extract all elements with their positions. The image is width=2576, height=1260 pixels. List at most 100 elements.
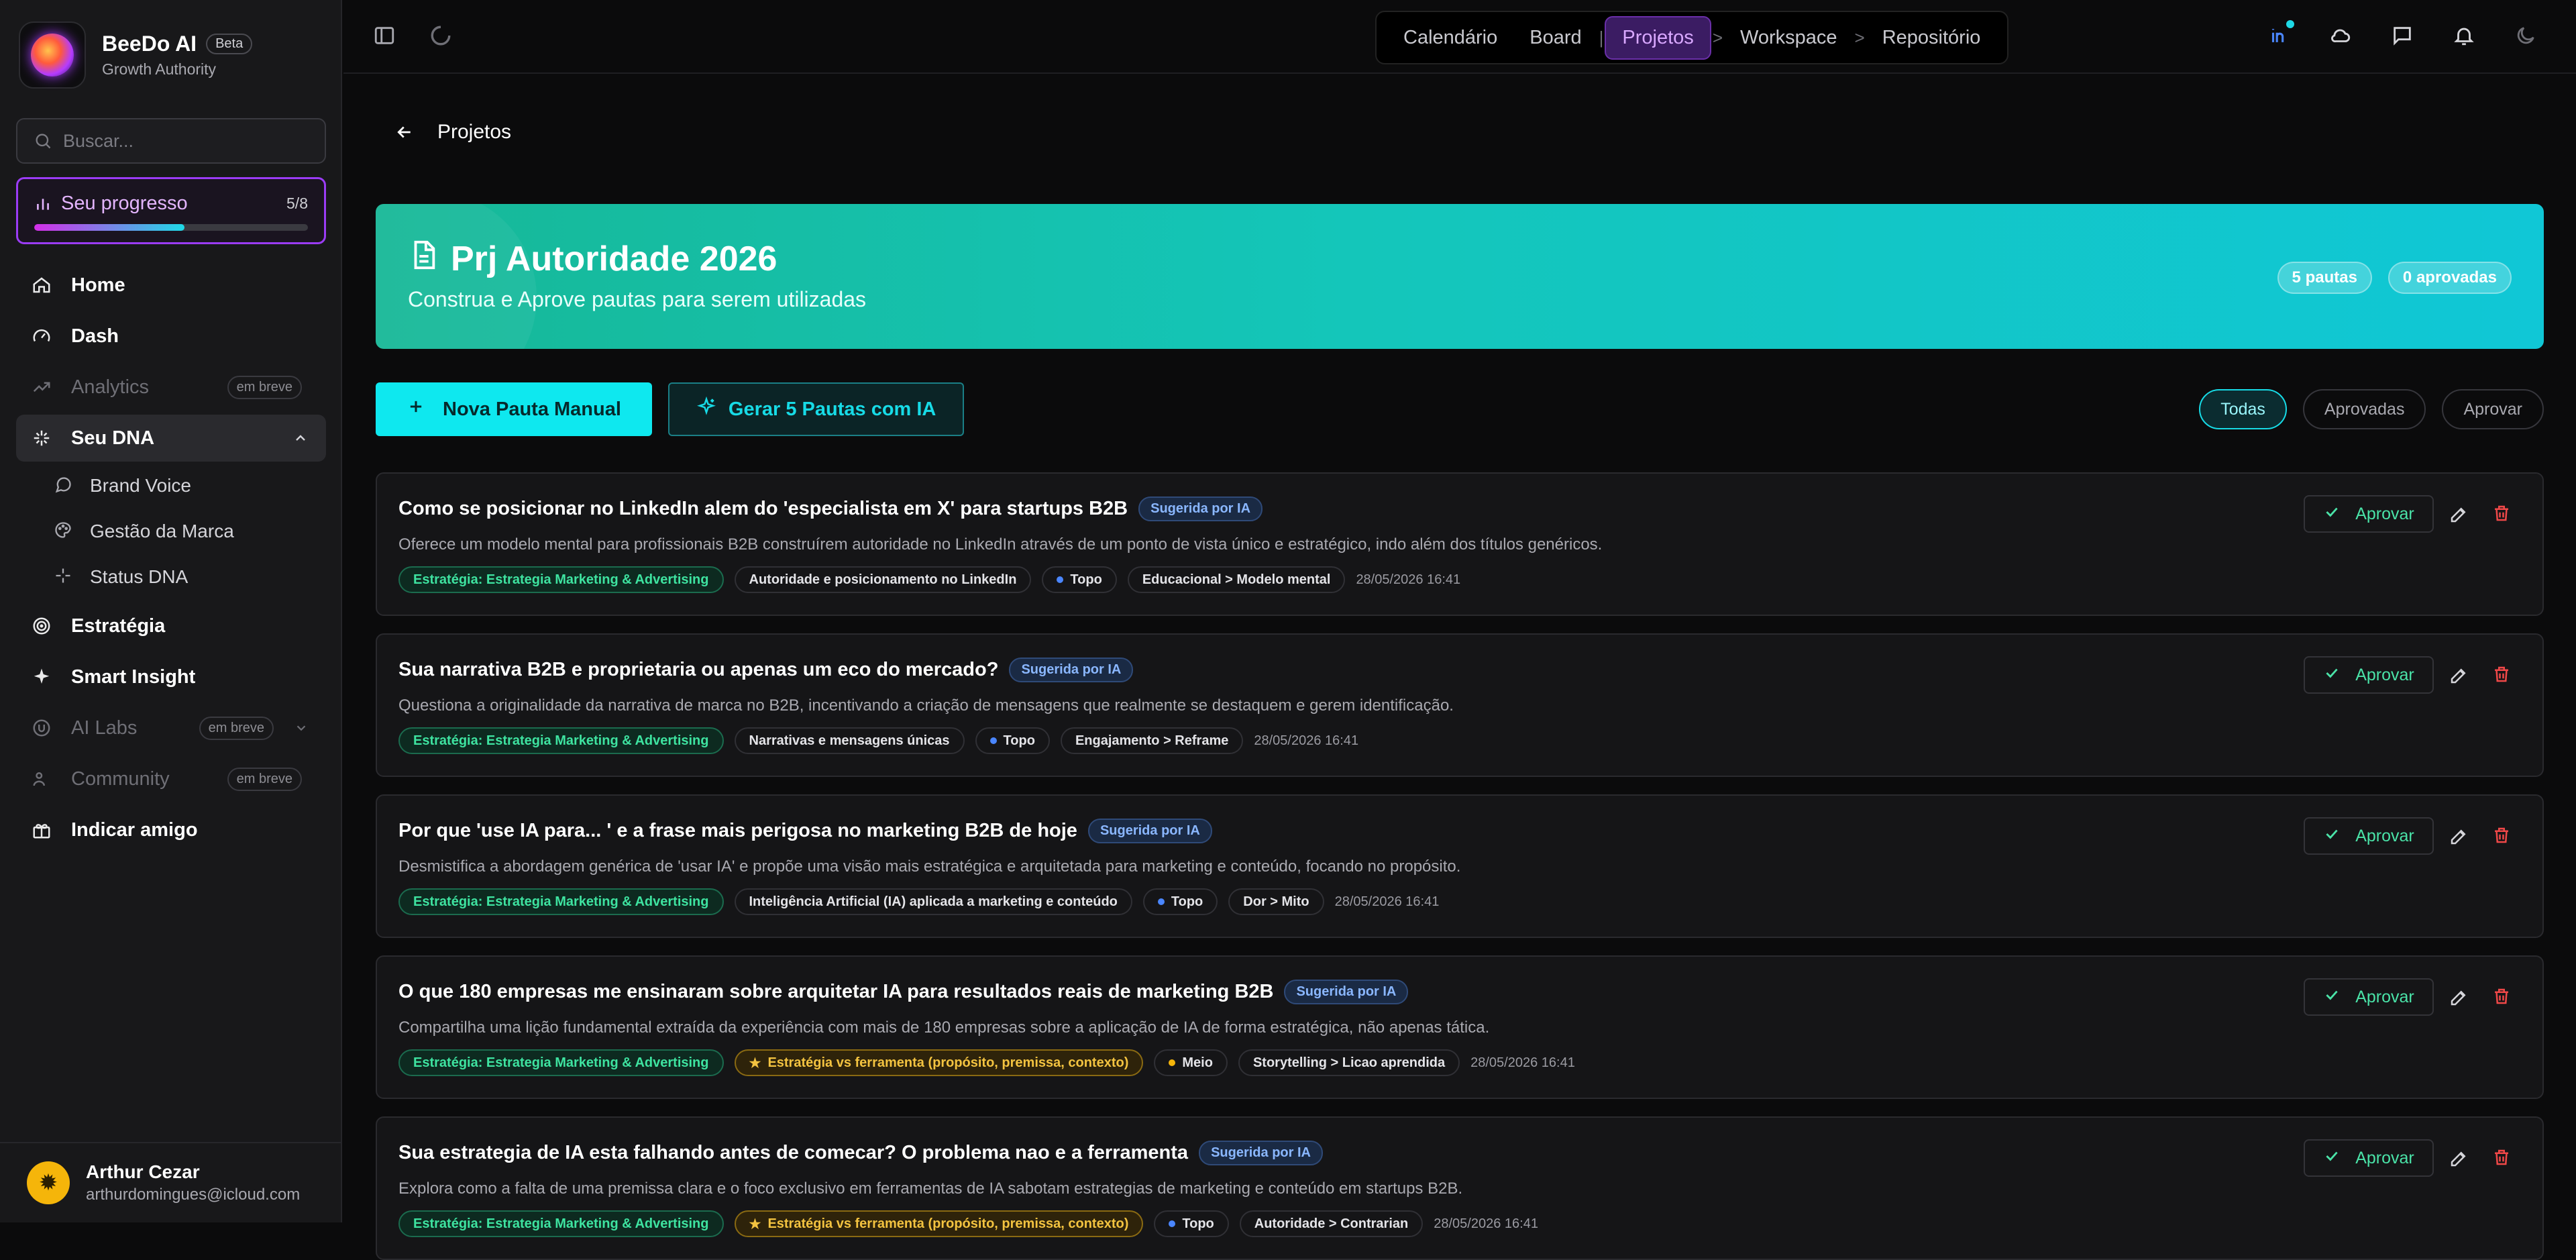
bell-icon[interactable] [2451,23,2477,48]
edit-icon[interactable] [2449,666,2469,689]
user-profile[interactable]: ✹ Arthur Cezar arthurdomingues@icloud.co… [0,1142,342,1222]
approve-label: Aprovar [2355,826,2414,845]
approve-button[interactable]: Aprovar [2304,656,2434,694]
format-tag: Storytelling > Licao aprendida [1238,1049,1460,1076]
stage-label: Topo [1171,894,1203,909]
community-soon-badge: em breve [227,767,302,791]
progress-bar-fill [34,224,185,231]
search-input[interactable]: Buscar... [16,118,326,164]
funnel-stage-tag: Meio [1154,1049,1228,1076]
page-title: Projetos [437,121,512,143]
pauta-tags: Estratégia: Estrategia Marketing & Adver… [398,1210,1538,1237]
generate-ia-button[interactable]: Gerar 5 Pautas com IA [667,382,965,436]
trash-icon[interactable] [2491,986,2512,1010]
nav-analytics-label: Analytics [71,376,150,398]
edit-icon[interactable] [2449,505,2469,528]
pautas-count-badge: 5 pautas [2277,262,2372,294]
pauta-card[interactable]: Sua estrategia de IA esta falhando antes… [376,1116,2544,1260]
format-tag: Engajamento > Reframe [1060,727,1244,754]
stage-dot [1057,576,1064,583]
approve-button[interactable]: Aprovar [2304,817,2434,855]
stage-label: Topo [1182,1216,1214,1231]
chevron-up-icon[interactable] [292,430,309,446]
cloud-icon[interactable] [2328,23,2353,48]
nav-seu-dna[interactable]: Seu DNA [16,415,326,462]
format-tag: Autoridade > Contrarian [1239,1210,1424,1237]
bee-icon: ✹ [38,1170,58,1196]
crumb-projetos[interactable]: Projetos [1605,15,1711,60]
approve-button[interactable]: Aprovar [2304,978,2434,1016]
arrow-left-icon[interactable] [394,122,415,142]
sidebar-item-label: Brand Voice [90,475,191,496]
ai-labs-soon-badge: em breve [199,716,274,740]
approved-count-badge: 0 aprovadas [2387,262,2512,294]
stage-dot [989,737,997,744]
angle-tag-label: Estratégia vs ferramenta (propósito, pre… [767,1216,1129,1231]
pauta-card[interactable]: O que 180 empresas me ensinaram sobre ar… [376,955,2544,1099]
new-manual-pauta-button[interactable]: Nova Pauta Manual [376,382,652,436]
sidebar-item-brand-voice[interactable]: Brand Voice [54,466,191,506]
moon-icon[interactable] [2513,23,2538,48]
crumb-calendario[interactable]: Calendário [1387,17,1513,58]
brand-orb-icon [31,34,74,76]
avatar: ✹ [27,1161,70,1204]
sidebar-item-status-dna[interactable]: Status DNA [54,557,188,597]
back-link[interactable]: Projetos [394,121,511,144]
check-icon [2323,503,2341,525]
users-icon [31,768,52,790]
ai-suggested-badge: Sugerida por IA [1284,980,1409,1004]
progress-bar [34,224,308,231]
edit-icon[interactable] [2449,988,2469,1011]
nav-smart-insight[interactable]: Smart Insight [16,653,326,700]
filter-aprovadas[interactable]: Aprovadas [2302,389,2426,429]
nav-home[interactable]: Home [16,262,326,309]
sparkles-icon [696,396,716,422]
pauta-description: Questiona a originalidade da narrativa d… [398,696,1454,715]
pauta-card[interactable]: Como se posicionar no LinkedIn alem do '… [376,472,2544,616]
sidebar-item-label: Gestão da Marca [90,521,234,541]
check-icon [2323,986,2341,1008]
bar-chart-icon [37,198,49,210]
check-icon [2323,825,2341,847]
nav-estrategia[interactable]: Estratégia [16,602,326,649]
stage-label: Topo [1070,572,1102,587]
nav-dash[interactable]: Dash [16,313,326,360]
sidebar-toggle-icon[interactable] [373,24,396,47]
nav-home-label: Home [71,274,125,296]
nav-indicar-amigo[interactable]: Indicar amigo [16,806,326,853]
home-icon [31,274,52,296]
filter-aprovar[interactable]: Aprovar [2442,389,2544,429]
trash-icon[interactable] [2491,503,2512,527]
funnel-stage-tag: Topo [1142,888,1218,915]
progress-card[interactable]: Seu progresso 5/8 [16,177,326,244]
trash-icon[interactable] [2491,1147,2512,1171]
trash-icon[interactable] [2491,825,2512,849]
pauta-tags: Estratégia: Estrategia Marketing & Adver… [398,566,1460,593]
created-date: 28/05/2026 16:41 [1434,1216,1538,1231]
created-date: 28/05/2026 16:41 [1254,733,1359,748]
linkedin-icon[interactable] [2266,20,2294,48]
funnel-stage-tag: Topo [1042,566,1117,593]
crumb-workspace[interactable]: Workspace [1724,17,1854,58]
nav-dash-label: Dash [71,325,119,347]
edit-icon[interactable] [2449,1149,2469,1172]
pauta-card[interactable]: Por que 'use IA para... ' e a frase mais… [376,794,2544,938]
sidebar-item-gestao-marca[interactable]: Gestão da Marca [54,511,234,552]
crumb-repositorio[interactable]: Repositório [1866,17,1997,58]
created-date: 28/05/2026 16:41 [1356,572,1461,587]
pauta-card[interactable]: Sua narrativa B2B e proprietaria ou apen… [376,633,2544,777]
pauta-tags: Estratégia: Estrategia Marketing & Adver… [398,888,1439,915]
brand[interactable]: BeeDo AI Beta Growth Authority [19,21,253,89]
angle-tag: ★ Estratégia vs ferramenta (propósito, pr… [734,1210,1144,1237]
edit-icon[interactable] [2449,827,2469,850]
approve-button[interactable]: Aprovar [2304,495,2434,533]
funnel-stage-tag: Topo [1154,1210,1229,1237]
chat-icon[interactable] [2390,23,2415,48]
filter-todas[interactable]: Todas [2199,389,2287,429]
crumb-board[interactable]: Board [1513,17,1597,58]
message-circle-icon [54,475,72,497]
approve-button[interactable]: Aprovar [2304,1139,2434,1177]
trash-icon[interactable] [2491,664,2512,688]
check-icon [2323,664,2341,686]
document-icon [408,239,439,279]
